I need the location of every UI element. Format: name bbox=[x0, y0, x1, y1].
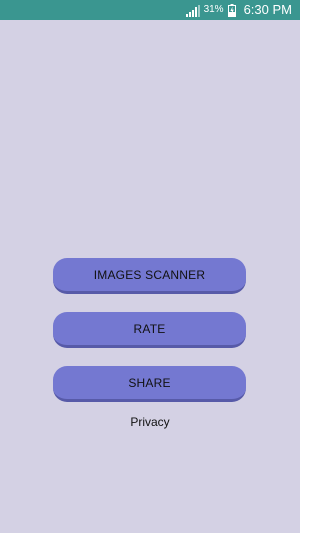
clock: 6:30 PM bbox=[243, 2, 292, 17]
battery-charging-icon bbox=[227, 3, 236, 17]
privacy-link[interactable]: Privacy bbox=[0, 415, 300, 429]
signal-icon bbox=[185, 4, 200, 17]
status-bar-right: 31% 6:30 PM bbox=[185, 0, 292, 20]
app-screen: 31% 6:30 PM IMAGES SCANNER RATE SHARE Pr… bbox=[0, 0, 300, 533]
share-button[interactable]: SHARE bbox=[53, 366, 246, 402]
battery-percent: 31% bbox=[203, 4, 224, 15]
status-bar: 31% 6:30 PM bbox=[0, 0, 300, 20]
rate-button[interactable]: RATE bbox=[53, 312, 246, 348]
images-scanner-button[interactable]: IMAGES SCANNER bbox=[53, 258, 246, 294]
